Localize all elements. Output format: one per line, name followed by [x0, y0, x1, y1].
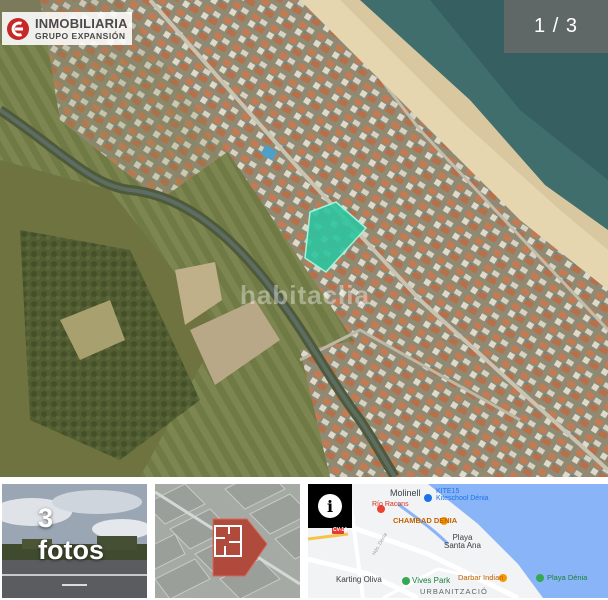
- property-gallery: INMOBILIARIA GRUPO EXPANSIÓN 1 / 3 habit…: [0, 0, 608, 600]
- photo-counter: 1 / 3: [504, 0, 608, 53]
- thumbnail-map[interactable]: i Molinell KITE15 Kiteschool Dénia Río R…: [308, 484, 608, 598]
- poi-marker: [424, 494, 432, 502]
- agency-name: INMOBILIARIA: [35, 15, 128, 31]
- poi-marker: [536, 574, 544, 582]
- thumbnail-floorplan[interactable]: [155, 484, 300, 598]
- map-place-kite: KITE15 Kiteschool Dénia: [436, 488, 489, 503]
- aerial-image: [0, 0, 608, 477]
- map-place-chambad: CHAMBAD DENIA: [393, 516, 458, 525]
- map-place-kite-name: KITE15: [436, 488, 460, 495]
- map-place-playa-denia: Playa Dénia: [547, 573, 588, 582]
- agency-logo: INMOBILIARIA GRUPO EXPANSIÓN: [2, 12, 132, 45]
- map-place-rio-racons: Río Racons: [372, 501, 409, 508]
- map-place-playa-line2: Santa Ana: [444, 541, 481, 550]
- map-place-vives-park: Vives Park: [412, 576, 451, 585]
- map-place-playa-santa-ana: Playa Santa Ana: [444, 534, 481, 550]
- poi-marker: [402, 577, 410, 585]
- map-road-label-left: CV-14: [333, 527, 347, 533]
- map-place-urbanitzacio: URBANITZACIÓ: [420, 587, 488, 596]
- floorplan-icon: [214, 525, 242, 557]
- photos-count: 3: [38, 503, 54, 533]
- map-place-darbar: Darbar Indian: [458, 573, 504, 582]
- map-place-molinell: Molinell: [390, 488, 421, 498]
- map-info-button[interactable]: i: [308, 484, 352, 528]
- agency-subtitle: GRUPO EXPANSIÓN: [35, 30, 126, 41]
- map-place-kite-sub: Kiteschool Dénia: [436, 495, 489, 503]
- thumbnail-photos[interactable]: 3 fotos: [2, 484, 147, 598]
- map-place-karting: Karting Oliva: [336, 575, 382, 584]
- info-icon: i: [318, 494, 342, 518]
- main-aerial-photo[interactable]: INMOBILIARIA GRUPO EXPANSIÓN 1 / 3 habit…: [0, 0, 608, 477]
- watermark: habitaclia: [240, 280, 370, 310]
- photos-text: fotos: [38, 535, 104, 566]
- photos-count-label: 3 fotos: [38, 502, 104, 567]
- agency-logo-icon: [7, 17, 29, 40]
